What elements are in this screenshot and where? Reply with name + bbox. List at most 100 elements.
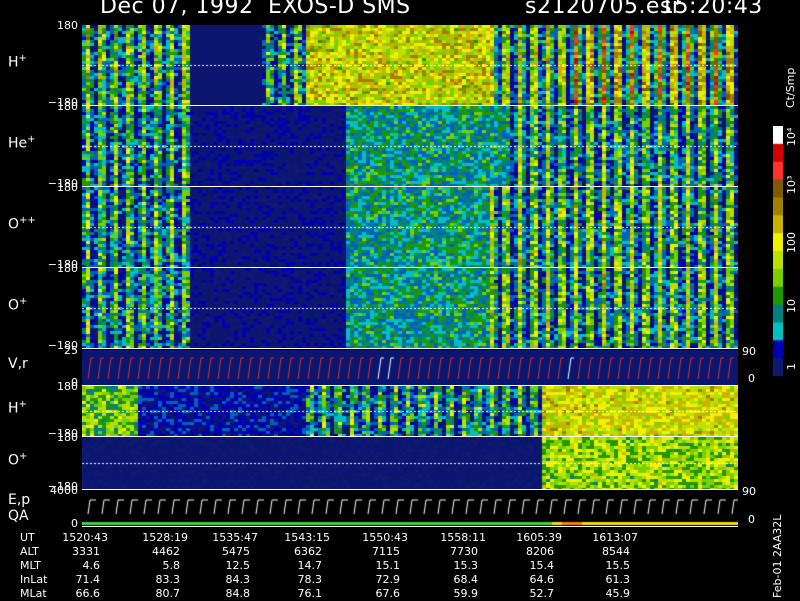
y-tick-bottom: 0: [71, 517, 78, 530]
right-tick-bottom: 0: [748, 372, 755, 385]
ephemeris-value: 3331: [72, 545, 100, 558]
header-clock: 15:20:43: [660, 0, 763, 19]
ephemeris-value: 15.5: [605, 559, 631, 572]
header-date: Dec 07, 1992: [100, 0, 254, 19]
ephemeris-value: 76.1: [297, 587, 323, 600]
panel-label-text: H: [8, 400, 19, 417]
panel-o-plus-2: [82, 437, 738, 489]
ephemeris-value: 80.7: [155, 587, 181, 600]
y-tick-top: 180: [57, 181, 78, 194]
panel-o-plusplus: [82, 187, 738, 267]
ephemeris-value: 15.1: [375, 559, 401, 572]
panel-label-text: O: [8, 297, 20, 314]
panel-label-text: V,r: [8, 355, 28, 372]
ephemeris-value: 1558:11: [440, 531, 486, 544]
colorbar-tick: 100: [785, 232, 798, 253]
ephemeris-row-inlat: InLat 71.4 83.3 84.3 78.3 72.9 68.4 64.6 61.3: [0, 573, 800, 587]
ephemeris-value: 4.6: [82, 559, 101, 572]
panel-label-o-plus: O+: [8, 296, 27, 314]
ephemeris-label: MLT: [20, 559, 41, 572]
panel-h-plus: [82, 25, 738, 105]
y-tick-top: 180: [57, 19, 78, 32]
ephemeris-value: 52.7: [529, 587, 555, 600]
ephemeris-row-mlat: MLat 66.6 80.7 84.8 76.1 67.6 59.9 52.7 45.9: [0, 587, 800, 601]
panel-label-text: He: [8, 135, 28, 152]
ephemeris-row-mlt: MLT 4.6 5.8 12.5 14.7 15.1 15.3 15.4 15.5: [0, 559, 800, 573]
panel-ep: [82, 490, 738, 526]
ephemeris-value: 8544: [602, 545, 630, 558]
ephemeris-value: 15.4: [529, 559, 555, 572]
panel-label-text: O: [8, 452, 20, 469]
panel-label-sup: +: [19, 296, 28, 307]
plot-area-he-plus: [82, 106, 738, 186]
panel-he-plus: [82, 106, 738, 186]
ephemeris-value: 59.9: [453, 587, 479, 600]
ephemeris-table: UT 1520:43 1528:19 1535:47 1543:15 1550:43 155…: [0, 531, 800, 601]
colorbar-tick: 10³: [785, 175, 798, 194]
ephemeris-value: 12.5: [225, 559, 251, 572]
ephemeris-value: 4462: [152, 545, 180, 558]
colorbar-tick: 10: [785, 299, 798, 313]
panel-o-plus: [82, 268, 738, 348]
panel-label-text: O: [8, 216, 20, 233]
plot-area-o-plus-2: [82, 437, 738, 489]
panel-label-sup: +: [19, 451, 28, 462]
y-tick-top: 25: [64, 344, 78, 357]
colorbar-unit-label: Ct/Smp: [784, 67, 797, 108]
panel-label-o-plusplus: O++: [8, 215, 36, 233]
ephemeris-value: 1543:15: [284, 531, 330, 544]
panel-label-vr: V,r: [8, 356, 28, 372]
panel-label-h-plus: H+: [8, 53, 27, 71]
ephemeris-label: ALT: [20, 545, 39, 558]
ephemeris-value: 5.8: [162, 559, 181, 572]
ephemeris-value: 1550:43: [362, 531, 408, 544]
ephemeris-value: 1528:19: [142, 531, 188, 544]
right-tick-top: 90: [742, 485, 756, 498]
ephemeris-value: 1613:07: [592, 531, 638, 544]
header-file: s2120705.esr: [525, 0, 682, 19]
ephemeris-value: 67.6: [375, 587, 401, 600]
ephemeris-value: 83.3: [155, 573, 181, 586]
ephemeris-value: 7115: [372, 545, 400, 558]
y-tick-top: 180: [57, 262, 78, 275]
ephemeris-label: UT: [20, 531, 35, 544]
plot-area-o-plus: [82, 268, 738, 348]
footer-stamp: Feb-01 2AA32L: [771, 514, 784, 598]
colorbar-tick: 1: [785, 363, 798, 370]
panel-label-secondary: QA: [8, 508, 29, 524]
y-tick-top: 180: [57, 380, 78, 393]
panel-separator: [82, 348, 738, 349]
right-tick-top: 90: [742, 345, 756, 358]
ephemeris-value: 84.3: [225, 573, 251, 586]
plot-area-h-plus-2: [82, 386, 738, 436]
ephemeris-value: 5475: [222, 545, 250, 558]
ephemeris-value: 8206: [526, 545, 554, 558]
panel-label-text: H: [8, 54, 19, 71]
plot-area-h-plus: [82, 25, 738, 105]
plot-area-o-plusplus: [82, 187, 738, 267]
header-instrument: EXOS-D SMS: [268, 0, 411, 19]
colorbar-tick: 10⁴: [785, 127, 798, 146]
panel-label-o-plus-2: O+: [8, 451, 27, 469]
ephemeris-value: 66.6: [75, 587, 101, 600]
ephemeris-value: 1535:47: [212, 531, 258, 544]
panel-label-sup: +: [18, 53, 27, 64]
panel-vr: [82, 350, 738, 385]
ephemeris-value: 15.3: [453, 559, 479, 572]
ephemeris-row-ut: UT 1520:43 1528:19 1535:47 1543:15 1550:43 155…: [0, 531, 800, 545]
ephemeris-value: 7730: [450, 545, 478, 558]
colorbar: [773, 126, 783, 376]
ephemeris-value: 1605:39: [516, 531, 562, 544]
y-tick-top: 180: [57, 431, 78, 444]
ephemeris-value: 72.9: [375, 573, 401, 586]
panel-label-he-plus: He+: [8, 134, 36, 152]
plot-area-ep: [82, 490, 738, 526]
ephemeris-value: 14.7: [297, 559, 323, 572]
ephemeris-value: 78.3: [297, 573, 323, 586]
right-tick-bottom: 0: [748, 513, 755, 526]
panel-label-ep: E,p QA: [8, 492, 30, 524]
panel-label-sup: ++: [19, 215, 36, 226]
y-tick-top: 180: [57, 100, 78, 113]
ephemeris-value: 61.3: [605, 573, 631, 586]
ephemeris-value: 71.4: [75, 573, 101, 586]
